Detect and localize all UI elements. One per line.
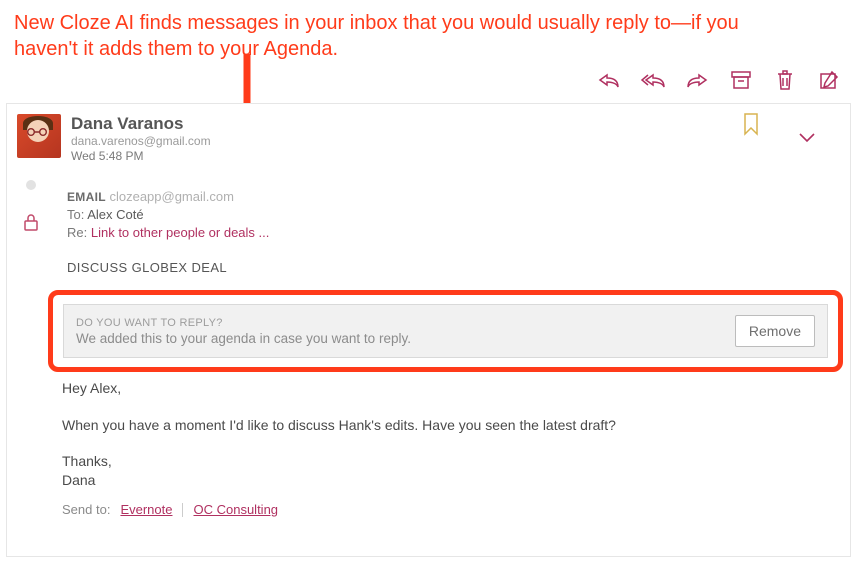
signature-line-2: Dana (62, 471, 833, 490)
to-label: To: (67, 207, 84, 222)
avatar (17, 114, 61, 158)
email-header: Dana Varanos dana.varenos@gmail.com Wed … (7, 104, 850, 167)
left-gutter (7, 170, 55, 237)
signature-line-1: Thanks, (62, 452, 833, 471)
sender-time: Wed 5:48 PM (71, 149, 211, 163)
to-value: Alex Coté (87, 207, 143, 222)
meta-area: EMAIL clozeapp@gmail.com To: Alex Coté R… (67, 167, 830, 275)
subject-line: DISCUSS GLOBEX DEAL (67, 260, 830, 275)
agenda-detail: We added this to your agenda in case you… (76, 331, 411, 346)
bookmark-icon[interactable] (742, 112, 760, 141)
delete-icon[interactable] (771, 68, 799, 92)
unread-dot-icon (26, 180, 36, 190)
message-toolbar (591, 62, 847, 98)
sender-email: dana.varenos@gmail.com (71, 134, 211, 149)
agenda-question: DO YOU WANT TO REPLY? (76, 317, 411, 329)
forward-icon[interactable] (683, 68, 711, 92)
expand-chevron-icon[interactable] (798, 130, 816, 148)
annotation-text: New Cloze AI finds messages in your inbo… (0, 0, 780, 68)
account-email: clozeapp@gmail.com (109, 189, 233, 204)
send-to-label: Send to: (62, 500, 110, 520)
lock-icon (22, 212, 40, 237)
send-to-row: Send to: Evernote OC Consulting (62, 500, 833, 520)
compose-icon[interactable] (815, 68, 843, 92)
agenda-banner: DO YOU WANT TO REPLY? We added this to y… (63, 304, 828, 358)
re-link[interactable]: Link to other people or deals ... (91, 225, 270, 240)
send-to-evernote[interactable]: Evernote (120, 500, 172, 520)
divider (182, 503, 183, 517)
re-label: Re: (67, 225, 87, 240)
reply-all-icon[interactable] (639, 68, 667, 92)
email-label: EMAIL (67, 190, 106, 204)
sender-name: Dana Varanos (71, 114, 211, 134)
reply-icon[interactable] (595, 68, 623, 92)
highlight-box: DO YOU WANT TO REPLY? We added this to y… (48, 290, 843, 372)
send-to-oc[interactable]: OC Consulting (193, 500, 278, 520)
message-body: Hey Alex, When you have a moment I'd lik… (62, 378, 833, 519)
archive-icon[interactable] (727, 68, 755, 92)
body-greeting: Hey Alex, (62, 378, 833, 399)
body-paragraph: When you have a moment I'd like to discu… (62, 415, 833, 436)
remove-button[interactable]: Remove (735, 315, 815, 347)
